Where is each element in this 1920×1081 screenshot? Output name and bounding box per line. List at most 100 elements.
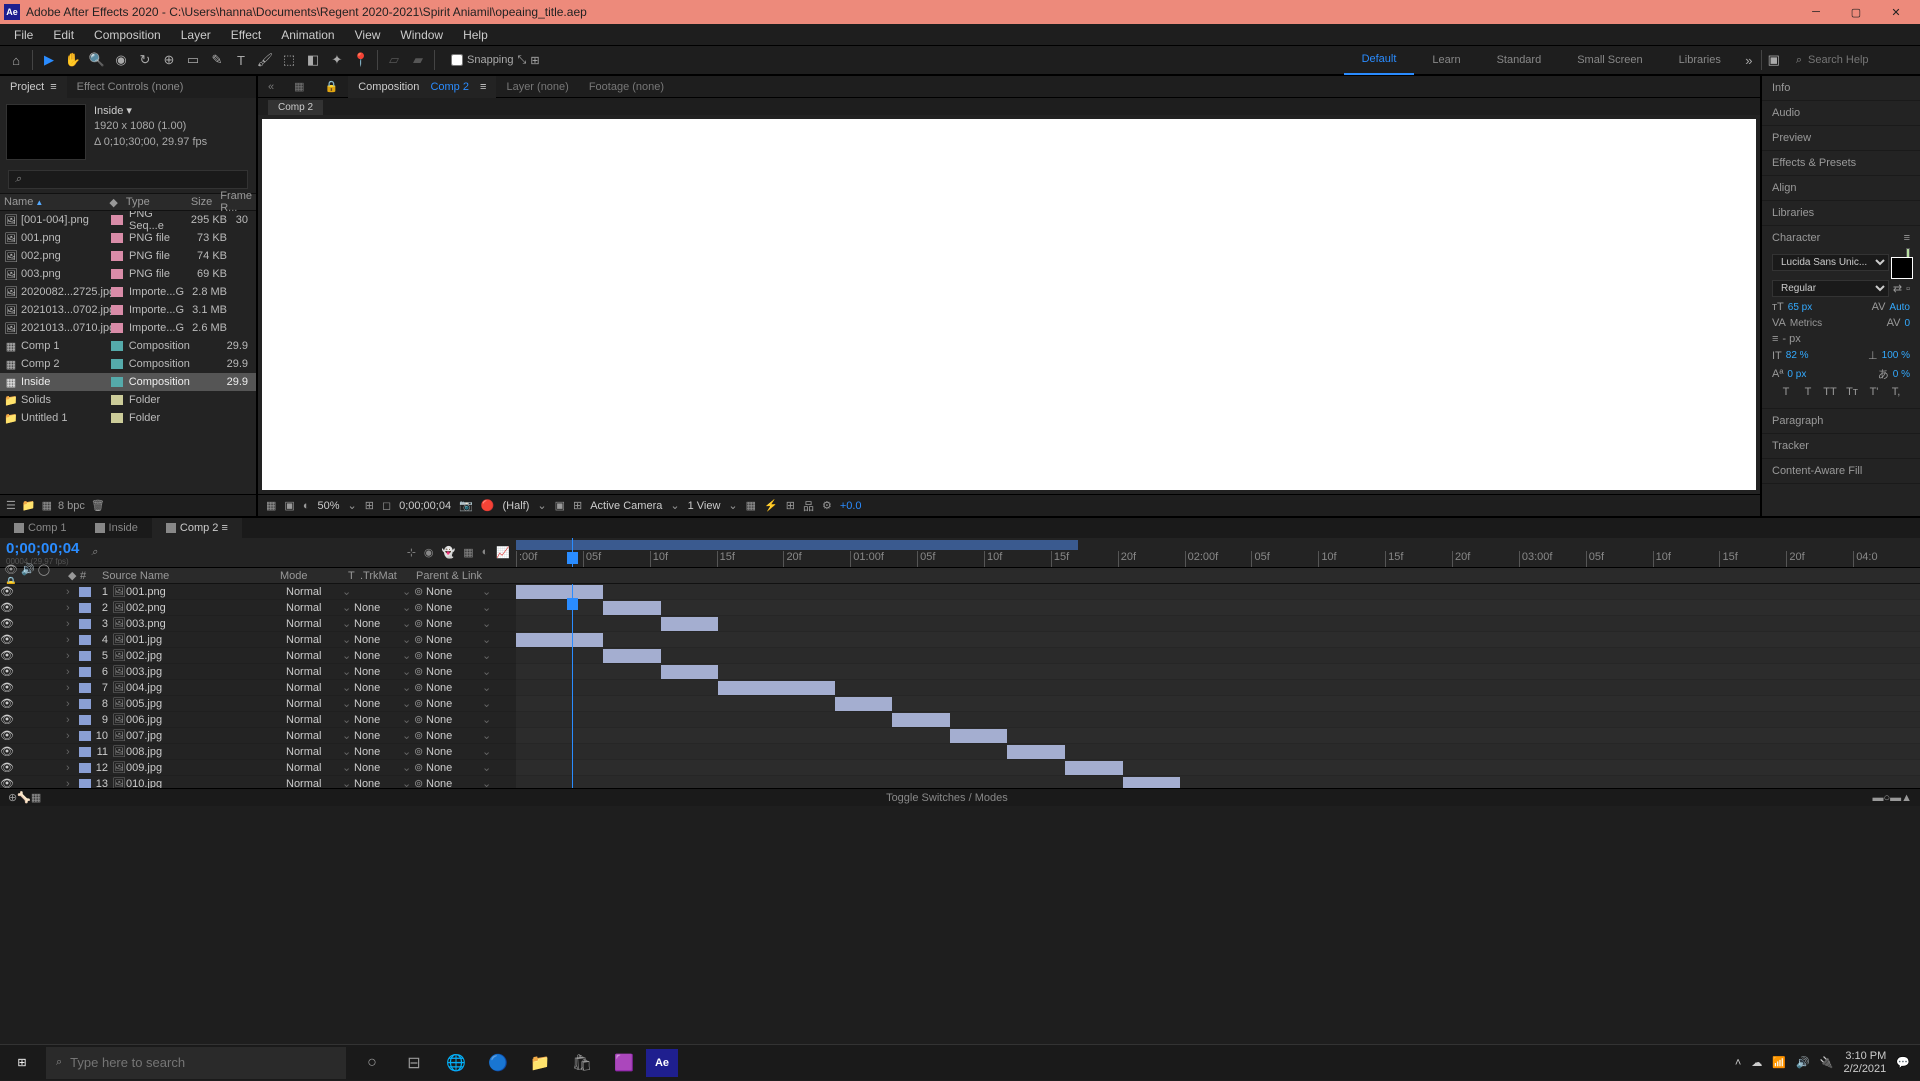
project-search[interactable]: ⌕ (8, 170, 248, 189)
track-row[interactable] (516, 648, 1920, 664)
res-icon[interactable]: ⊞ (365, 499, 374, 512)
minimize-button[interactable]: ─ (1796, 0, 1836, 24)
layer-row[interactable]: 👁›5🖼002.jpgNormal⌄None⌄⊚None⌄ (0, 648, 516, 664)
project-item[interactable]: ▦Comp 1Composition29.9 (0, 337, 256, 355)
current-timecode[interactable]: 0;00;00;04 (6, 540, 79, 557)
edge-icon[interactable]: 🌐 (436, 1045, 476, 1081)
snapping-toggle[interactable]: Snapping ⤡ ⊞ (451, 54, 540, 67)
project-item[interactable]: 📁Untitled 1Folder (0, 409, 256, 427)
track-row[interactable] (516, 728, 1920, 744)
track-row[interactable] (516, 664, 1920, 680)
workspace-tab-standard[interactable]: Standard (1479, 45, 1560, 75)
delete-icon[interactable]: 🗑 (91, 499, 105, 512)
new-folder-icon[interactable]: 📁 (22, 499, 36, 512)
selection-tool-icon[interactable]: ▶ (39, 50, 59, 70)
text-style-button[interactable]: T, (1888, 386, 1904, 398)
close-button[interactable]: ✕ (1876, 0, 1916, 24)
taskbar-search[interactable]: ⌕ (46, 1047, 346, 1079)
project-item[interactable]: 🖼2020082...2725.jpgImporte...G2.8 MB (0, 283, 256, 301)
kerning-value[interactable]: Metrics (1790, 318, 1822, 329)
baseline-value[interactable]: 0 px (1787, 369, 1806, 380)
clone-tool-icon[interactable]: ⬚ (279, 50, 299, 70)
clock[interactable]: 3:10 PM 2/2/2021 (1843, 1050, 1886, 1074)
vscale-value[interactable]: 82 % (1786, 350, 1809, 361)
chrome-icon[interactable]: 🔵 (478, 1045, 518, 1081)
text-style-button[interactable]: TT (1822, 386, 1838, 398)
composition-canvas[interactable] (262, 119, 1756, 490)
layer-clip[interactable] (661, 665, 719, 679)
font-family-dropdown[interactable]: Lucida Sans Unic... (1772, 254, 1889, 271)
grid-icon[interactable]: ▦ (266, 499, 276, 512)
roi-icon[interactable]: ◻ (382, 499, 391, 512)
project-item-list[interactable]: 🖼[001-004].pngPNG Seq...e295 KB30🖼001.pn… (0, 211, 256, 494)
layer-clip[interactable] (516, 585, 603, 599)
snapping-checkbox[interactable] (451, 54, 463, 66)
project-item[interactable]: 🖼[001-004].pngPNG Seq...e295 KB30 (0, 211, 256, 229)
panel-libraries[interactable]: Libraries (1762, 201, 1920, 226)
views-dropdown[interactable]: 1 View (688, 500, 721, 512)
frame-blend-icon[interactable]: ▦ (463, 546, 473, 559)
panel-info[interactable]: Info (1762, 76, 1920, 101)
toggle-switches-button[interactable]: Toggle Switches / Modes (886, 792, 1008, 804)
layer-tab[interactable]: Layer (none) (496, 76, 578, 98)
draft3d-icon[interactable]: ◉ (424, 546, 434, 559)
snap-opt-icon[interactable]: ⤡ (518, 54, 527, 67)
project-item[interactable]: 📁SolidsFolder (0, 391, 256, 409)
graph-editor-icon[interactable]: 📈 (496, 546, 510, 559)
layer-clip[interactable] (1123, 777, 1181, 788)
work-area-bar[interactable] (516, 540, 1078, 550)
layer-row[interactable]: 👁›2🖼002.pngNormal⌄None⌄⊚None⌄ (0, 600, 516, 616)
layer-clip[interactable] (661, 617, 719, 631)
layer-row[interactable]: 👁›7🖼004.jpgNormal⌄None⌄⊚None⌄ (0, 680, 516, 696)
project-item[interactable]: 🖼002.pngPNG file74 KB (0, 247, 256, 265)
track-row[interactable] (516, 632, 1920, 648)
timeline-icon[interactable]: ⊞ (786, 499, 795, 512)
snapshot-icon[interactable]: 📷 (459, 499, 473, 512)
hand-tool-icon[interactable]: ✋ (63, 50, 83, 70)
onedrive-icon[interactable]: ☁ (1751, 1056, 1762, 1069)
fill-color-swatch[interactable] (1906, 248, 1910, 276)
text-style-buttons[interactable]: TTTTTтT'T, (1772, 382, 1910, 398)
pen-tool-icon[interactable]: ✎ (207, 50, 227, 70)
layer-clip[interactable] (516, 633, 603, 647)
menu-composition[interactable]: Composition (84, 28, 171, 42)
panel-paragraph[interactable]: Paragraph (1762, 409, 1920, 434)
tray-expand-icon[interactable]: ˄ (1735, 1057, 1741, 1069)
layer-row[interactable]: 👁›13🖼010.jpgNormal⌄None⌄⊚None⌄ (0, 776, 516, 788)
menu-effect[interactable]: Effect (221, 28, 271, 42)
tracking-value[interactable]: 0 (1904, 318, 1910, 329)
comp-bin-icon[interactable]: ▦ (284, 76, 314, 98)
font-size-value[interactable]: 65 px (1788, 302, 1812, 313)
menu-window[interactable]: Window (390, 28, 453, 42)
layer-clip[interactable] (1065, 761, 1123, 775)
layer-clip[interactable] (718, 681, 835, 695)
zoom-out-icon[interactable]: ▬○▬▲ (1872, 792, 1912, 804)
project-tab[interactable]: Project≡ (0, 76, 67, 98)
project-item[interactable]: ▦InsideComposition29.9 (0, 373, 256, 391)
text-style-button[interactable]: T (1778, 386, 1794, 398)
panel-menu-icon[interactable]: ≡ (50, 81, 56, 93)
volume-icon[interactable]: 🔊 (1796, 1056, 1810, 1069)
layer-row[interactable]: 👁›12🖼009.jpgNormal⌄None⌄⊚None⌄ (0, 760, 516, 776)
anchor-tool-icon[interactable]: ⊕ (159, 50, 179, 70)
bone-icon[interactable]: 🦴 (17, 791, 31, 804)
search-help[interactable]: ⌕ (1784, 54, 1920, 67)
power-icon[interactable]: 🔌 (1820, 1056, 1834, 1069)
start-button[interactable]: ⊞ (0, 1045, 44, 1081)
project-item[interactable]: 🖼003.pngPNG file69 KB (0, 265, 256, 283)
transparency-icon[interactable]: ▣ (284, 499, 294, 512)
track-row[interactable] (516, 680, 1920, 696)
layer-clip[interactable] (603, 601, 661, 615)
exposure-value[interactable]: +0.0 (840, 500, 862, 512)
project-item[interactable]: 🖼2021013...0710.jpgImporte...G2.6 MB (0, 319, 256, 337)
reset-exp-icon[interactable]: ⚙ (822, 499, 832, 512)
track-row[interactable] (516, 744, 1920, 760)
timeline-tracks[interactable] (516, 584, 1920, 788)
project-item[interactable]: 🖼001.pngPNG file73 KB (0, 229, 256, 247)
brush-tool-icon[interactable]: 🖌 (255, 50, 275, 70)
menu-layer[interactable]: Layer (171, 28, 221, 42)
layer-clip[interactable] (892, 713, 950, 727)
explorer-icon[interactable]: 📁 (520, 1045, 560, 1081)
stroke-value[interactable]: - px (1782, 333, 1800, 345)
project-item[interactable]: ▦Comp 2Composition29.9 (0, 355, 256, 373)
